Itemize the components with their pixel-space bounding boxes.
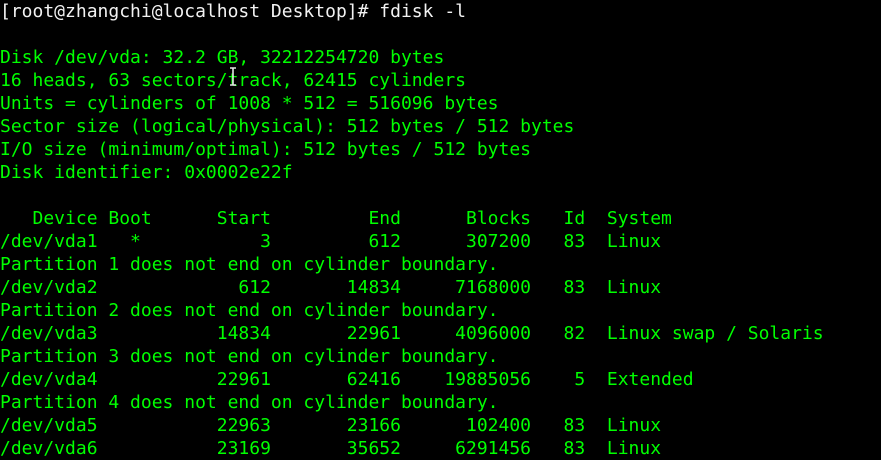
- disk-info-line: Disk identifier: 0x0002e22f: [0, 162, 293, 183]
- terminal-window[interactable]: [root@zhangchi@localhost Desktop]# fdisk…: [0, 0, 881, 460]
- partition-row: /dev/vda2 612 14834 7168000 83 Linux: [0, 277, 662, 298]
- partition-warning: Partition 3 does not end on cylinder bou…: [0, 346, 499, 367]
- partition-row: /dev/vda3 14834 22961 4096000 82 Linux s…: [0, 323, 824, 344]
- disk-info-line: Units = cylinders of 1008 * 512 = 516096…: [0, 93, 499, 114]
- command-prompt-line: [root@zhangchi@localhost Desktop]# fdisk…: [0, 1, 466, 22]
- disk-info-line: Sector size (logical/physical): 512 byte…: [0, 116, 575, 137]
- disk-info-line: I/O size (minimum/optimal): 512 bytes / …: [0, 139, 532, 160]
- partition-warning: Partition 4 does not end on cylinder bou…: [0, 392, 499, 413]
- text-cursor-icon: [230, 67, 236, 86]
- partition-warning: Partition 1 does not end on cylinder bou…: [0, 254, 499, 275]
- partition-row: /dev/vda5 22963 23166 102400 83 Linux: [0, 415, 662, 436]
- disk-info-line: Disk /dev/vda: 32.2 GB, 32212254720 byte…: [0, 47, 445, 68]
- partition-table-header: Device Boot Start End Blocks Id System: [0, 208, 672, 229]
- partition-row: /dev/vda6 23169 35652 6291456 83 Linux: [0, 438, 662, 459]
- partition-row: /dev/vda4 22961 62416 19885056 5 Extende…: [0, 369, 694, 390]
- partition-row: /dev/vda1 * 3 612 307200 83 Linux: [0, 231, 662, 252]
- partition-warning: Partition 2 does not end on cylinder bou…: [0, 300, 499, 321]
